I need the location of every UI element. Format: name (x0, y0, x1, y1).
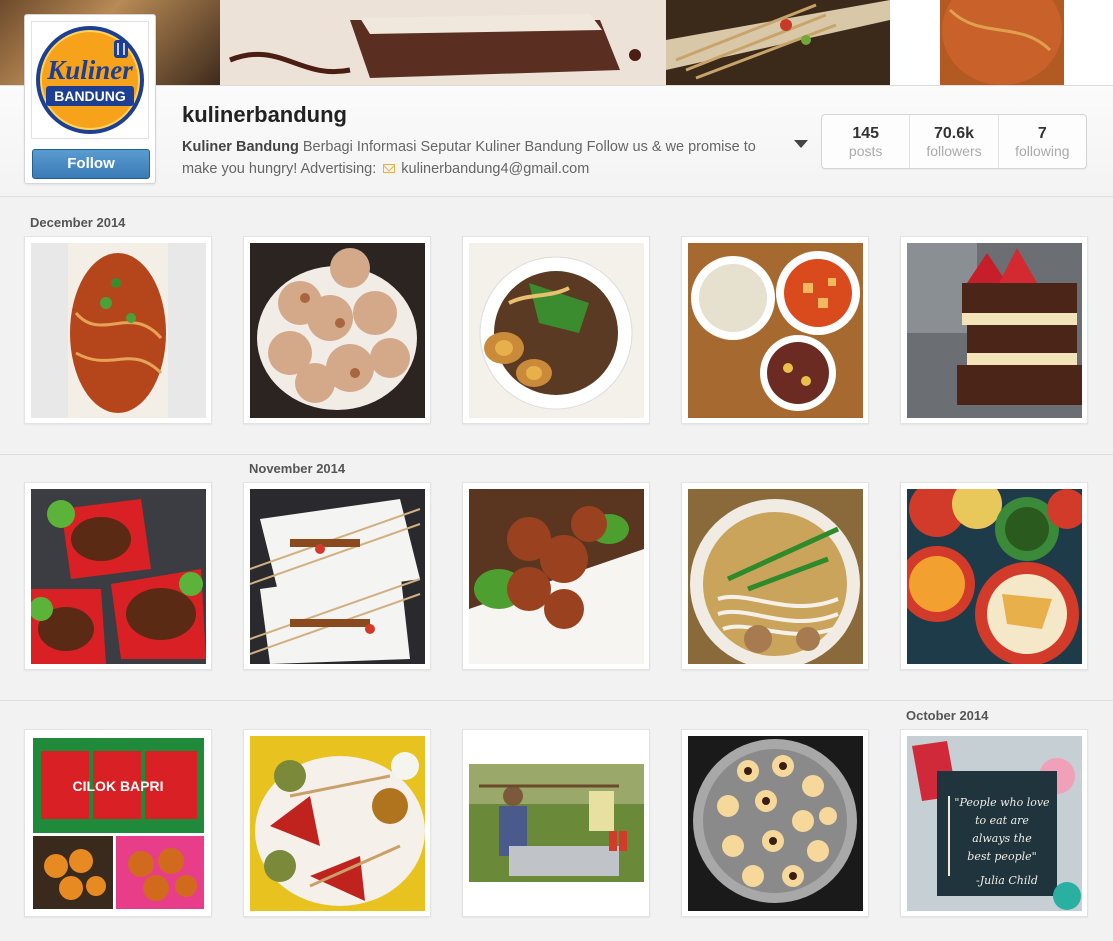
photo-tile[interactable] (681, 482, 869, 670)
profile-display-name: Kuliner Bandung (182, 139, 299, 155)
stat-followers-value: 70.6k (933, 125, 975, 142)
photo-tile[interactable] (243, 729, 431, 917)
photo-tile[interactable]: "People who love to eat are always the b… (900, 729, 1088, 917)
banner-photo-2 (220, 0, 666, 85)
profile-username: kulinerbandung (182, 102, 347, 127)
mail-icon (383, 164, 396, 173)
photo-tile[interactable] (243, 236, 431, 424)
stat-followers[interactable]: 70.6k followers (910, 115, 999, 168)
chevron-down-icon[interactable] (794, 140, 808, 148)
profile-banner (0, 0, 1113, 86)
stat-posts[interactable]: 145 posts (822, 115, 911, 168)
profile-header: kulinerbandung Kuliner Bandung Berbagi I… (0, 86, 1113, 197)
quote-line-3: always the (972, 832, 1032, 845)
stat-followers-label: followers (926, 143, 982, 159)
logo-text-bandung: BANDUNG (54, 88, 126, 104)
month-label-october: October 2014 (906, 708, 989, 723)
stat-following-value: 7 (1037, 125, 1047, 142)
profile-bio: Kuliner Bandung Berbagi Informasi Seputa… (182, 136, 782, 180)
photo-tile[interactable]: CILOK BAPRI (24, 729, 212, 917)
profile-stats: 145 posts 70.6k followers 7 following (821, 114, 1087, 169)
cart-sign-text: CILOK BAPRI (73, 778, 164, 794)
photo-tile[interactable] (462, 729, 650, 917)
avatar-card: Kuliner BANDUNG Follow (24, 14, 156, 184)
follow-button[interactable]: Follow (32, 149, 150, 179)
stat-following-label: following (1015, 143, 1070, 159)
quote-line-5: -Julia Child (976, 874, 1038, 887)
month-label-december: December 2014 (30, 215, 126, 230)
month-label-november: November 2014 (249, 461, 346, 476)
banner-photo-4 (890, 0, 1113, 85)
stat-following[interactable]: 7 following (999, 115, 1086, 168)
banner-photo-3 (666, 0, 890, 85)
row-divider (0, 454, 1113, 455)
quote-line-4: best people" (967, 850, 1036, 863)
row-divider (0, 700, 1113, 701)
kuliner-bandung-logo: Kuliner BANDUNG (36, 26, 144, 134)
photo-tile[interactable] (681, 236, 869, 424)
photo-tile[interactable] (681, 729, 869, 917)
photo-tile[interactable] (900, 482, 1088, 670)
photo-tile[interactable] (462, 482, 650, 670)
logo-text-kuliner: Kuliner (46, 55, 133, 85)
photo-tile[interactable] (462, 236, 650, 424)
photo-tile[interactable] (243, 482, 431, 670)
fork-knife-icon (114, 40, 128, 58)
profile-email[interactable]: kulinerbandung4@gmail.com (401, 161, 589, 177)
avatar[interactable]: Kuliner BANDUNG (31, 21, 149, 139)
quote-line-1: "People who love (954, 796, 1050, 809)
quote-line-2: to eat are (975, 814, 1029, 827)
stat-posts-value: 145 (852, 125, 880, 142)
photo-tile[interactable] (24, 236, 212, 424)
photo-tile[interactable] (900, 236, 1088, 424)
stat-posts-label: posts (848, 143, 883, 159)
photo-tile[interactable] (24, 482, 212, 670)
